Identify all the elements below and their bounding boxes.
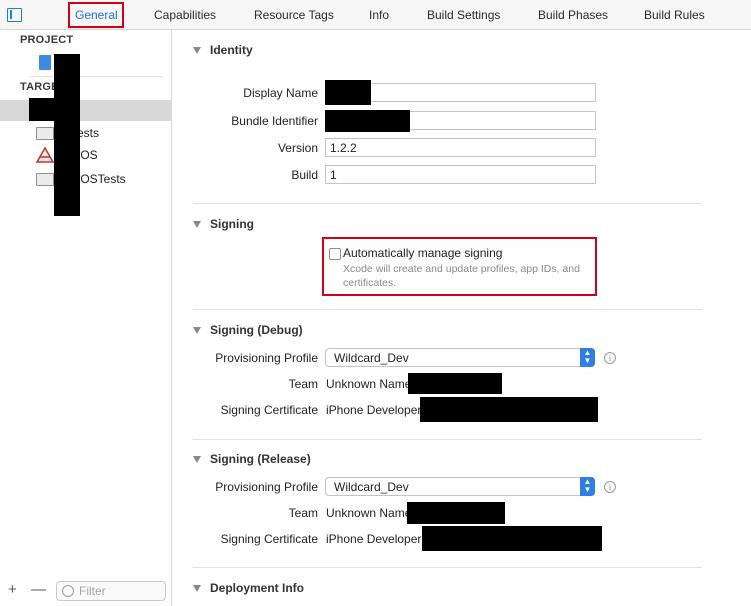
identity-section-header[interactable]: Identity bbox=[193, 42, 253, 58]
debug-team-label: Team bbox=[288, 377, 318, 391]
deployment-heading: Deployment Info bbox=[210, 581, 305, 595]
redacted-block bbox=[29, 98, 79, 121]
redacted-block bbox=[325, 80, 371, 105]
debug-team-value: Unknown Name bbox=[326, 377, 412, 391]
version-field[interactable]: 1.2.2 bbox=[325, 138, 596, 157]
release-profile-label: Provisioning Profile bbox=[215, 480, 318, 494]
redacted-block bbox=[408, 373, 502, 394]
project-file-icon[interactable] bbox=[39, 55, 51, 70]
filter-placeholder: Filter bbox=[79, 584, 106, 598]
app-icon bbox=[36, 147, 54, 163]
add-target-button[interactable]: + bbox=[8, 581, 17, 598]
redacted-block bbox=[422, 526, 602, 551]
sidebar-divider bbox=[30, 76, 163, 77]
sidebar-bottom-bar: + — Filter bbox=[0, 576, 171, 606]
debug-profile-value: Wildcard_Dev bbox=[334, 351, 409, 365]
sidebar-toggle-icon[interactable] bbox=[7, 8, 22, 22]
tab-build-settings[interactable]: Build Settings bbox=[427, 6, 500, 26]
targets-sidebar: PROJECT TARGE Tests tvOS tvOSTests + — F… bbox=[0, 30, 172, 606]
section-separator bbox=[193, 567, 702, 568]
deployment-section-header[interactable]: Deployment Info bbox=[193, 580, 304, 596]
folder-icon bbox=[36, 172, 54, 186]
popup-arrows-icon: ▲ ▼ bbox=[580, 477, 595, 496]
debug-profile-popup[interactable]: Wildcard_Dev ▲ ▼ bbox=[325, 348, 595, 367]
display-name-label: Display Name bbox=[243, 86, 318, 100]
disclosure-triangle-icon bbox=[193, 584, 201, 592]
version-label: Version bbox=[277, 141, 318, 155]
filter-input[interactable]: Filter bbox=[56, 581, 166, 601]
info-icon[interactable]: i bbox=[604, 352, 616, 364]
signing-release-heading: Signing (Release) bbox=[210, 452, 311, 466]
signing-release-section-header[interactable]: Signing (Release) bbox=[193, 451, 311, 467]
tab-build-phases[interactable]: Build Phases bbox=[538, 6, 608, 26]
filter-icon bbox=[62, 585, 74, 597]
release-cert-value: iPhone Developer: bbox=[326, 532, 425, 546]
signing-heading: Signing bbox=[210, 217, 254, 231]
build-field[interactable]: 1 bbox=[325, 165, 596, 184]
release-profile-popup[interactable]: Wildcard_Dev ▲ ▼ bbox=[325, 477, 595, 496]
release-team-label: Team bbox=[288, 506, 318, 520]
debug-cert-value: iPhone Developer: bbox=[326, 403, 425, 417]
remove-target-button[interactable]: — bbox=[31, 581, 46, 598]
info-icon[interactable]: i bbox=[604, 481, 616, 493]
tab-general[interactable]: General bbox=[75, 6, 118, 26]
project-heading: PROJECT bbox=[20, 34, 74, 46]
tab-capabilities[interactable]: Capabilities bbox=[154, 6, 216, 26]
folder-icon bbox=[36, 126, 54, 140]
release-cert-label: Signing Certificate bbox=[220, 532, 318, 546]
disclosure-triangle-icon bbox=[193, 326, 201, 334]
auto-signing-label[interactable]: Automatically manage signing bbox=[343, 246, 502, 260]
disclosure-triangle-icon bbox=[193, 455, 201, 463]
redacted-block bbox=[325, 110, 410, 132]
release-team-value: Unknown Name bbox=[326, 506, 412, 520]
bundle-identifier-label: Bundle Identifier bbox=[231, 114, 318, 128]
popup-arrows-icon: ▲ ▼ bbox=[580, 348, 595, 367]
auto-signing-description: Xcode will create and update profiles, a… bbox=[343, 263, 580, 289]
debug-profile-label: Provisioning Profile bbox=[215, 351, 318, 365]
section-separator bbox=[193, 309, 702, 310]
target-row-tvostests[interactable]: tvOSTests bbox=[36, 170, 126, 188]
release-profile-value: Wildcard_Dev bbox=[334, 480, 409, 494]
redacted-block bbox=[54, 54, 80, 216]
section-separator bbox=[193, 439, 702, 440]
signing-section-header[interactable]: Signing bbox=[193, 216, 254, 232]
identity-heading: Identity bbox=[210, 43, 253, 57]
general-settings-pane: Identity Display Name Bundle Identifier … bbox=[172, 30, 751, 606]
section-separator bbox=[193, 203, 702, 204]
disclosure-triangle-icon bbox=[193, 46, 201, 54]
tab-build-rules[interactable]: Build Rules bbox=[644, 6, 705, 26]
tab-resource-tags[interactable]: Resource Tags bbox=[254, 6, 334, 26]
redacted-block bbox=[420, 397, 598, 422]
tab-info[interactable]: Info bbox=[369, 6, 389, 26]
disclosure-triangle-icon bbox=[193, 220, 201, 228]
selected-target-row[interactable] bbox=[0, 100, 171, 121]
build-label: Build bbox=[291, 168, 318, 182]
editor-tab-bar: General Capabilities Resource Tags Info … bbox=[0, 0, 751, 30]
targets-heading: TARGE bbox=[20, 81, 59, 93]
signing-debug-heading: Signing (Debug) bbox=[210, 323, 303, 337]
redacted-block bbox=[407, 502, 505, 524]
auto-signing-checkbox[interactable] bbox=[329, 248, 341, 260]
signing-debug-section-header[interactable]: Signing (Debug) bbox=[193, 322, 303, 338]
debug-cert-label: Signing Certificate bbox=[220, 403, 318, 417]
